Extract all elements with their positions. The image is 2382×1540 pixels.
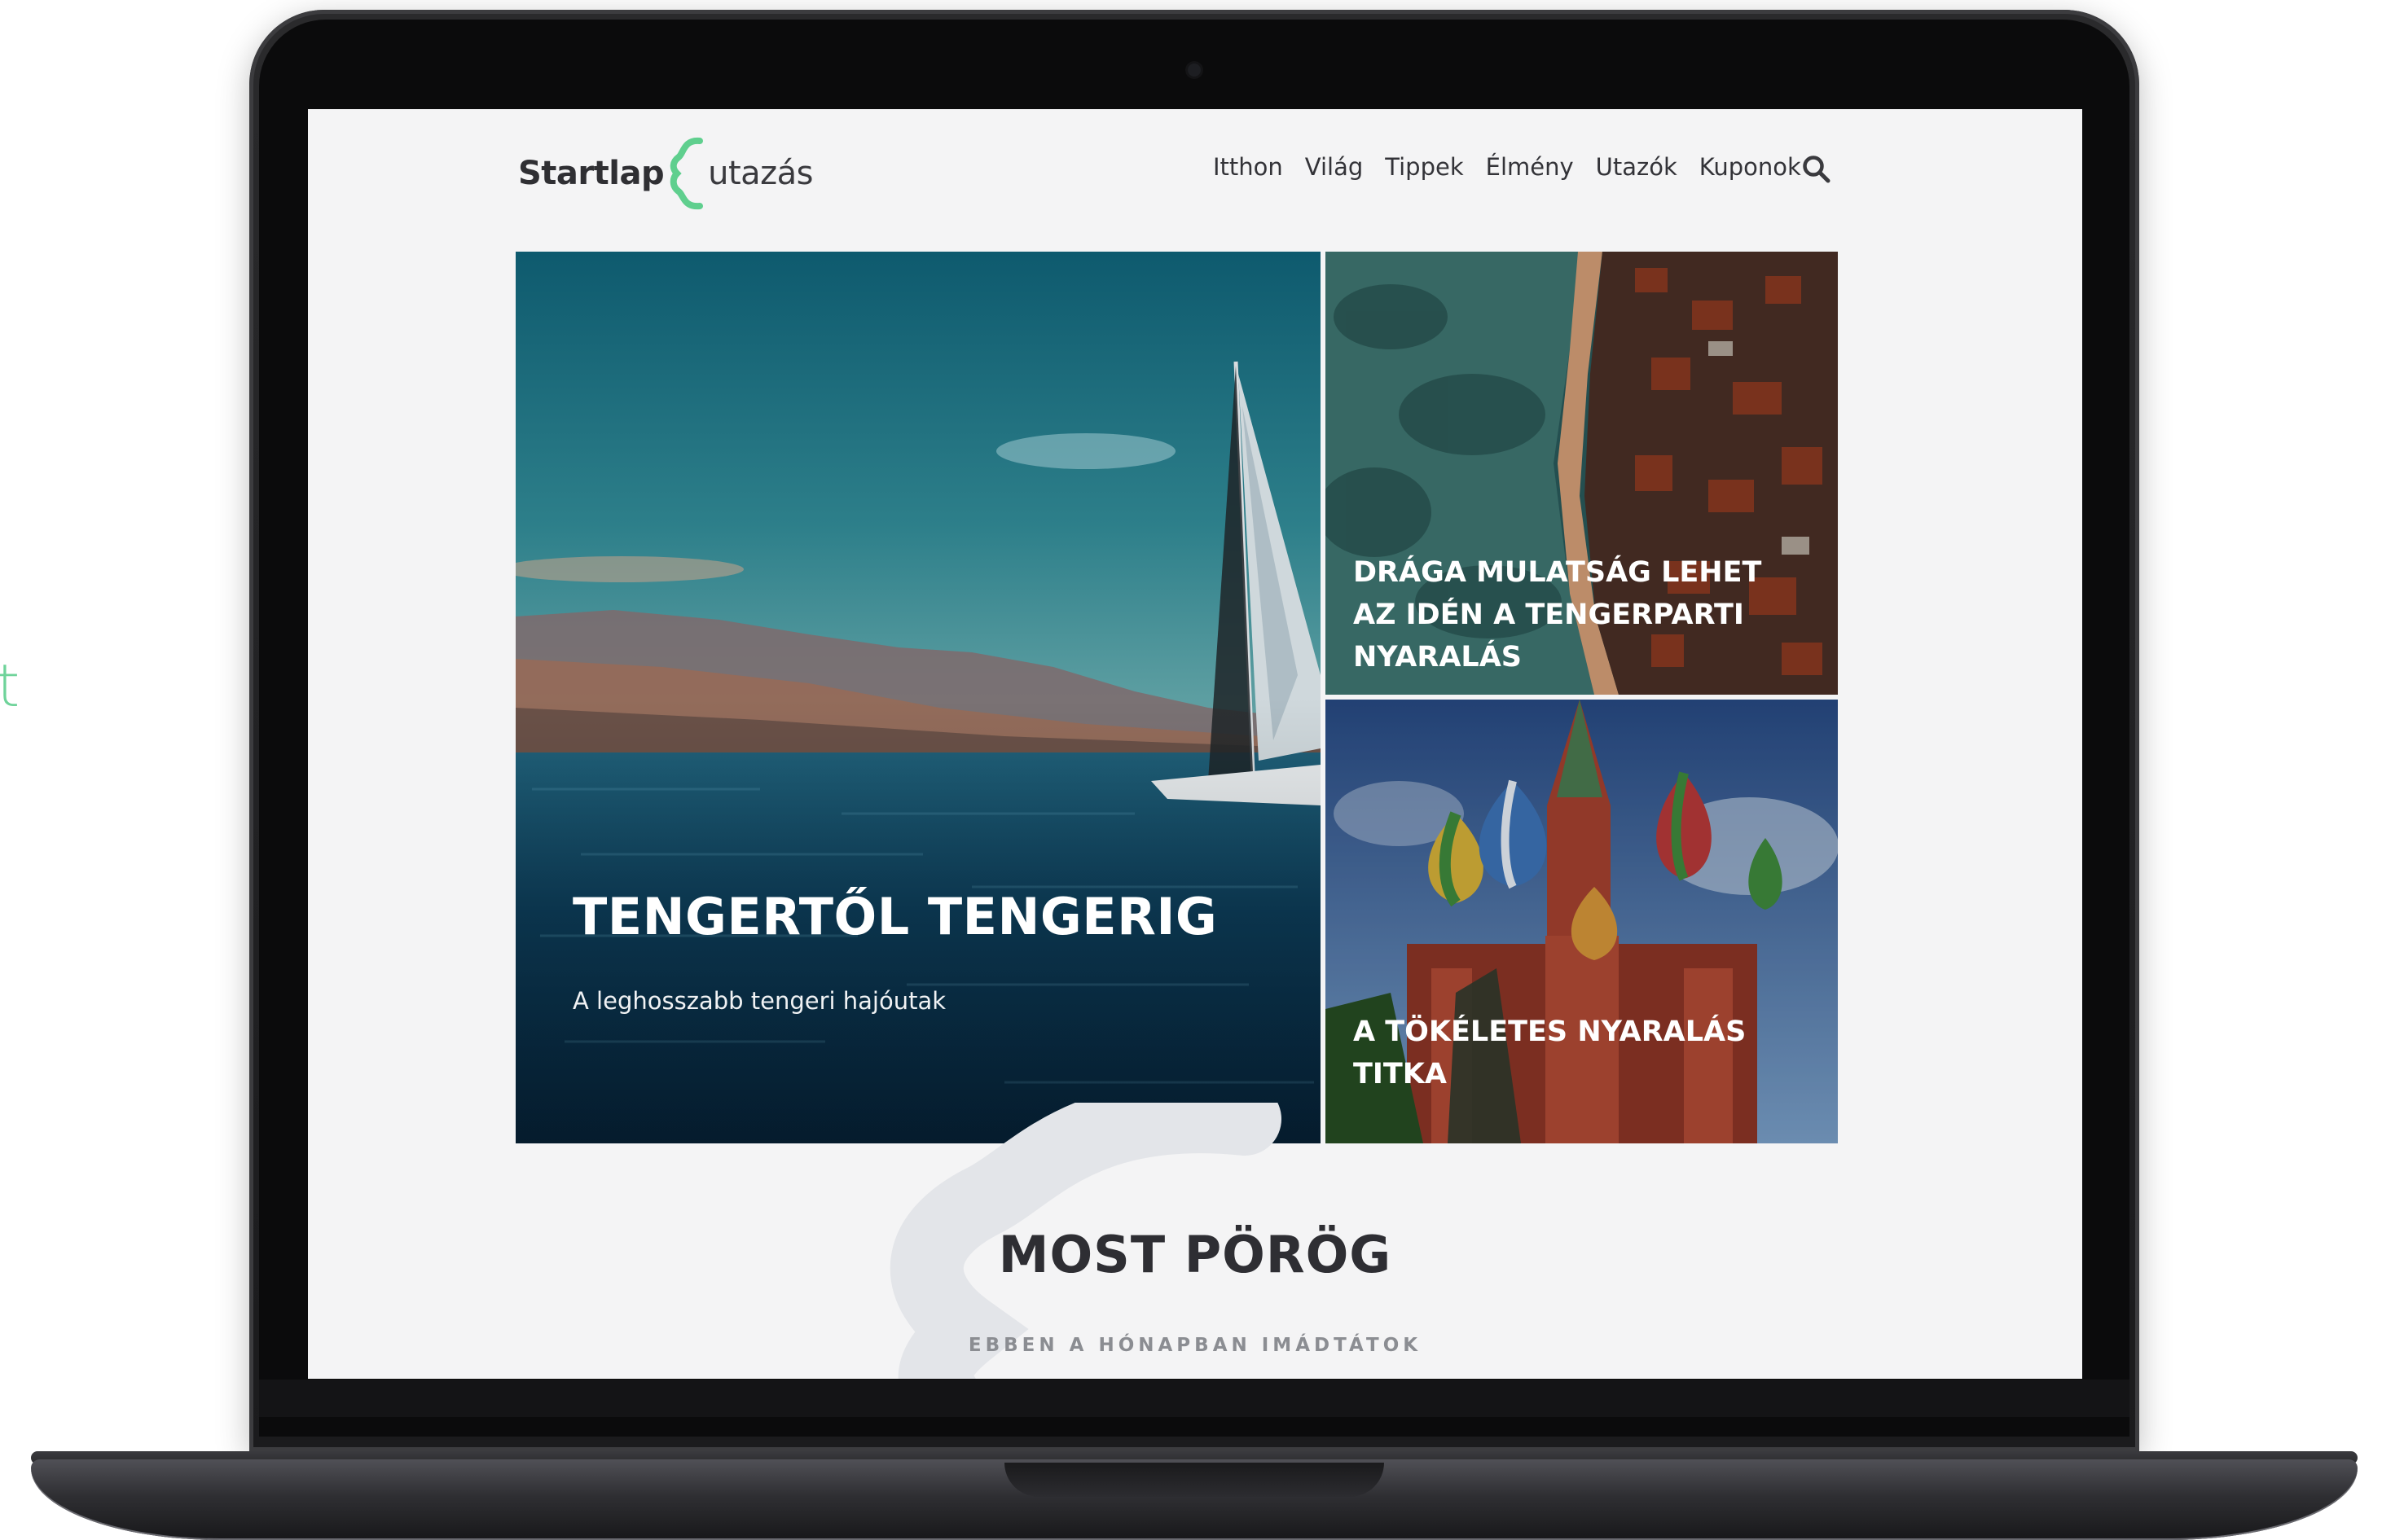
- browser-screen: Startlap utazás Itthon Világ Tippek Élmé…: [308, 109, 2082, 1379]
- section-subtitle: EBBEN A HÓNAPBAN IMÁDTÁTOK: [968, 1335, 1422, 1356]
- camera-icon: [1188, 64, 1201, 77]
- nav-item-utazok[interactable]: Utazók: [1596, 153, 1677, 181]
- article-title-beach: DRÁGA MULATSÁG LEHET AZ IDÉN A TENGERPAR…: [1353, 556, 1762, 673]
- logo-startlap-text: Startlap: [518, 155, 665, 192]
- hero-article-card[interactable]: TENGERTŐL TENGERIG A leghosszabb tengeri…: [516, 252, 1321, 1143]
- nav-item-kuponok[interactable]: Kuponok: [1699, 153, 1801, 181]
- laptop-notch: [1004, 1463, 1384, 1497]
- main-nav: Itthon Világ Tippek Élmény Utazók Kupono…: [1213, 153, 1801, 181]
- logo-utazas-text: utazás: [708, 155, 814, 192]
- nav-item-itthon[interactable]: Itthon: [1213, 153, 1283, 181]
- search-icon[interactable]: [1800, 153, 1833, 186]
- nav-item-vilag[interactable]: Világ: [1305, 153, 1364, 181]
- nav-item-tippek[interactable]: Tippek: [1385, 153, 1463, 181]
- laptop-bottom-bezel: [259, 1380, 2129, 1417]
- hero-subtitle: A leghosszabb tengeri hajóutak: [573, 987, 947, 1015]
- nav-item-elmeny[interactable]: Élmény: [1486, 153, 1574, 181]
- article-card-beach[interactable]: DRÁGA MULATSÁG LEHET AZ IDÉN A TENGERPAR…: [1325, 252, 1838, 695]
- edge-text-fragment: t: [0, 652, 20, 720]
- logo-flower-icon: [670, 137, 704, 210]
- hero-title: TENGERTŐL TENGERIG: [573, 887, 1218, 946]
- article-card-moscow[interactable]: A TÖKÉLETES NYARALÁS TITKA: [1325, 700, 1838, 1143]
- section-title: MOST PÖRÖG: [998, 1225, 1392, 1284]
- site-logo[interactable]: Startlap utazás: [518, 129, 814, 218]
- article-title-moscow: A TÖKÉLETES NYARALÁS TITKA: [1353, 1016, 1747, 1090]
